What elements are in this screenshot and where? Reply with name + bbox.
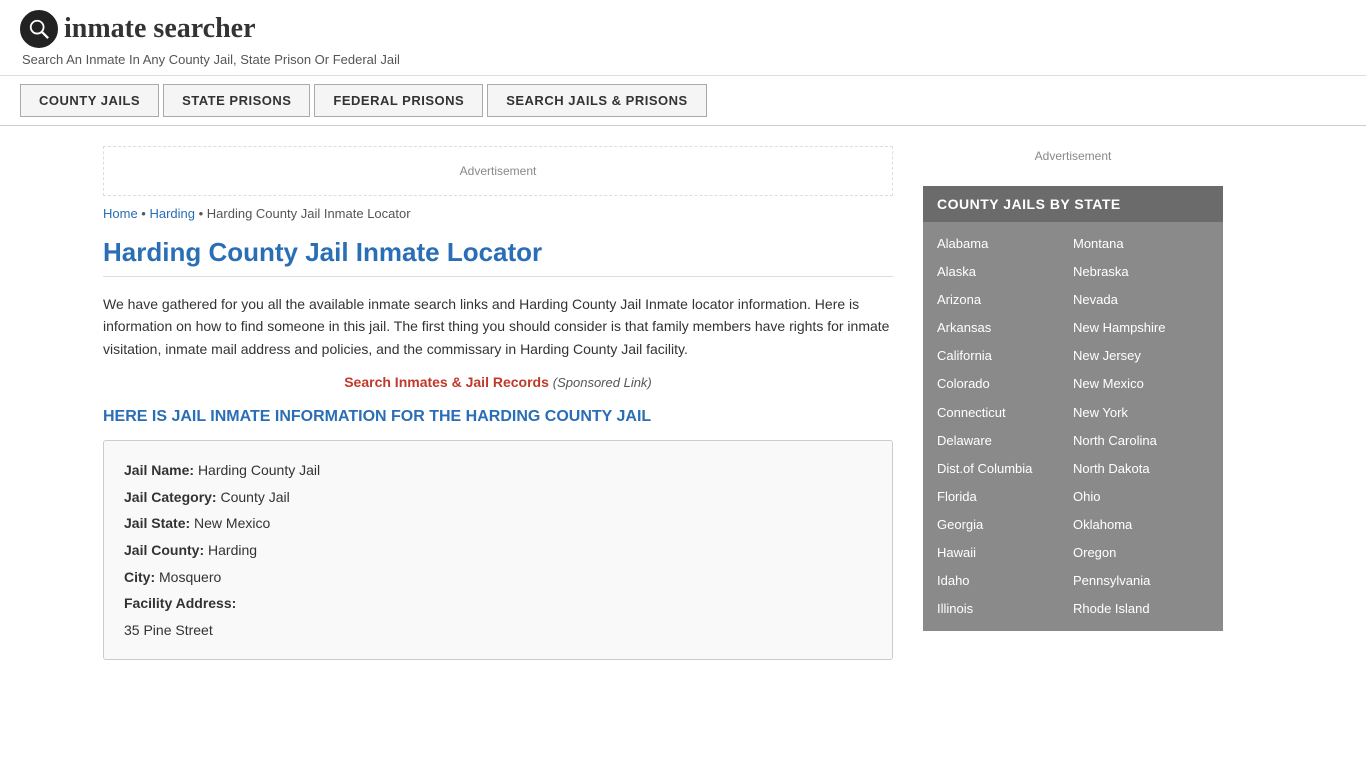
jail-city-row: City: Mosquero (124, 564, 872, 591)
state-link-california[interactable]: California (937, 342, 1073, 370)
page-title: Harding County Jail Inmate Locator (103, 237, 893, 277)
logo-area: inmate searcher (20, 10, 1346, 48)
nav-state-prisons[interactable]: STATE PRISONS (163, 84, 310, 117)
state-link-pennsylvania[interactable]: Pennsylvania (1073, 567, 1209, 595)
state-link-idaho[interactable]: Idaho (937, 567, 1073, 595)
state-link-dist.of-columbia[interactable]: Dist.of Columbia (937, 455, 1073, 483)
state-link-florida[interactable]: Florida (937, 483, 1073, 511)
breadcrumb-parent[interactable]: Harding (149, 206, 195, 221)
breadcrumb-current: Harding County Jail Inmate Locator (207, 206, 411, 221)
state-link-north-carolina[interactable]: North Carolina (1073, 427, 1209, 455)
jail-name-value: Harding County Jail (198, 462, 320, 478)
state-col-right: MontanaNebraskaNevadaNew HampshireNew Je… (1073, 230, 1209, 623)
state-link-new-mexico[interactable]: New Mexico (1073, 370, 1209, 398)
tagline: Search An Inmate In Any County Jail, Sta… (22, 52, 1346, 67)
jail-state-value: New Mexico (194, 515, 270, 531)
top-ad-banner: Advertisement (103, 146, 893, 196)
state-link-colorado[interactable]: Colorado (937, 370, 1073, 398)
state-link-alaska[interactable]: Alaska (937, 258, 1073, 286)
jail-county-value: Harding (208, 542, 257, 558)
jail-category-value: County Jail (220, 489, 289, 505)
state-col-left: AlabamaAlaskaArizonaArkansasCaliforniaCo… (937, 230, 1073, 623)
state-link-illinois[interactable]: Illinois (937, 595, 1073, 623)
nav-search-jails[interactable]: SEARCH JAILS & PRISONS (487, 84, 706, 117)
jail-name-row: Jail Name: Harding County Jail (124, 457, 872, 484)
jail-state-label: Jail State: (124, 515, 190, 531)
logo-text: inmate searcher (64, 13, 256, 45)
jail-state-row: Jail State: New Mexico (124, 510, 872, 537)
state-columns: AlabamaAlaskaArizonaArkansasCaliforniaCo… (923, 222, 1223, 631)
site-header: inmate searcher Search An Inmate In Any … (0, 0, 1366, 76)
jail-address-value: 35 Pine Street (124, 622, 213, 638)
state-link-ohio[interactable]: Ohio (1073, 483, 1209, 511)
sponsored-link[interactable]: Search Inmates & Jail Records (344, 374, 549, 390)
nav-federal-prisons[interactable]: FEDERAL PRISONS (314, 84, 483, 117)
county-jails-box-title: COUNTY JAILS BY STATE (923, 186, 1223, 222)
jail-city-value: Mosquero (159, 569, 221, 585)
state-link-connecticut[interactable]: Connecticut (937, 399, 1073, 427)
info-card: Jail Name: Harding County Jail Jail Cate… (103, 440, 893, 660)
state-link-arkansas[interactable]: Arkansas (937, 314, 1073, 342)
main-layout: Advertisement Home • Harding • Harding C… (83, 126, 1283, 680)
jail-name-label: Jail Name: (124, 462, 194, 478)
state-link-nebraska[interactable]: Nebraska (1073, 258, 1209, 286)
sidebar-ad: Advertisement (923, 136, 1223, 176)
breadcrumb-home[interactable]: Home (103, 206, 138, 221)
state-link-nevada[interactable]: Nevada (1073, 286, 1209, 314)
state-link-delaware[interactable]: Delaware (937, 427, 1073, 455)
state-link-montana[interactable]: Montana (1073, 230, 1209, 258)
state-link-rhode-island[interactable]: Rhode Island (1073, 595, 1209, 623)
logo-icon (20, 10, 58, 48)
jail-address-row: Facility Address: 35 Pine Street (124, 590, 872, 643)
county-jails-box: COUNTY JAILS BY STATE AlabamaAlaskaArizo… (923, 186, 1223, 631)
state-link-oklahoma[interactable]: Oklahoma (1073, 511, 1209, 539)
breadcrumb: Home • Harding • Harding County Jail Inm… (103, 206, 893, 221)
sponsored-link-container: Search Inmates & Jail Records (Sponsored… (103, 374, 893, 390)
jail-city-label: City: (124, 569, 155, 585)
sidebar: Advertisement COUNTY JAILS BY STATE Alab… (913, 126, 1223, 680)
content-area: Advertisement Home • Harding • Harding C… (103, 126, 913, 680)
state-link-alabama[interactable]: Alabama (937, 230, 1073, 258)
state-link-georgia[interactable]: Georgia (937, 511, 1073, 539)
state-link-oregon[interactable]: Oregon (1073, 539, 1209, 567)
jail-county-label: Jail County: (124, 542, 204, 558)
body-text: We have gathered for you all the availab… (103, 293, 893, 360)
state-link-new-hampshire[interactable]: New Hampshire (1073, 314, 1209, 342)
jail-category-row: Jail Category: County Jail (124, 484, 872, 511)
state-link-new-york[interactable]: New York (1073, 399, 1209, 427)
sponsored-label: (Sponsored Link) (553, 375, 652, 390)
state-link-arizona[interactable]: Arizona (937, 286, 1073, 314)
state-link-hawaii[interactable]: Hawaii (937, 539, 1073, 567)
jail-category-label: Jail Category: (124, 489, 217, 505)
section-heading: HERE IS JAIL INMATE INFORMATION FOR THE … (103, 408, 893, 426)
state-link-new-jersey[interactable]: New Jersey (1073, 342, 1209, 370)
jail-county-row: Jail County: Harding (124, 537, 872, 564)
state-link-north-dakota[interactable]: North Dakota (1073, 455, 1209, 483)
nav-county-jails[interactable]: COUNTY JAILS (20, 84, 159, 117)
jail-address-label: Facility Address: (124, 595, 236, 611)
main-nav: COUNTY JAILS STATE PRISONS FEDERAL PRISO… (0, 76, 1366, 126)
